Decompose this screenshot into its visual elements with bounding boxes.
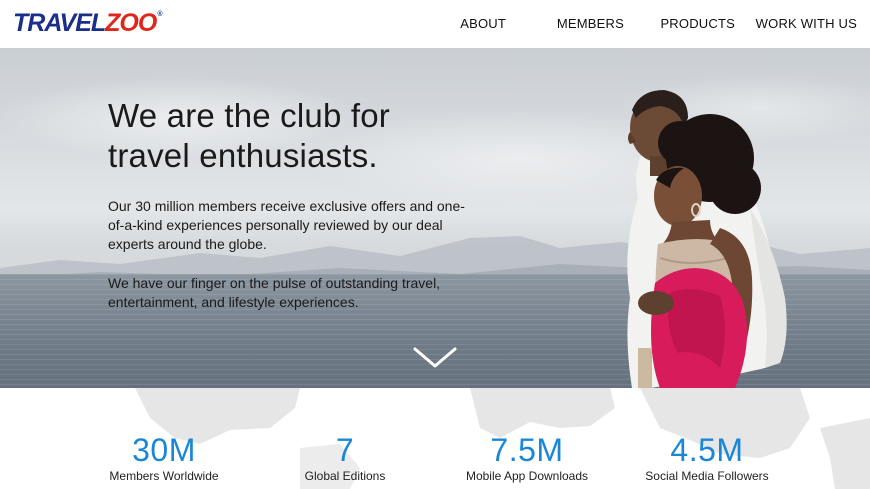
site-header: TRAVELZOO® ABOUT MEMBERS PRODUCTS WORK W…	[0, 0, 870, 48]
hero-paragraph-members: Our 30 million members receive exclusive…	[108, 198, 465, 252]
stats-section: 30M Members Worldwide 7 Global Editions …	[0, 388, 870, 489]
nav-work-with-us[interactable]: WORK WITH US	[756, 16, 857, 31]
stat-label: Members Worldwide	[109, 469, 219, 483]
nav-members[interactable]: MEMBERS	[557, 16, 624, 31]
chevron-down-icon[interactable]	[413, 346, 457, 370]
stat-social-followers: 4.5M Social Media Followers	[636, 432, 778, 484]
hero-title-line1: We are the club for	[108, 97, 390, 134]
hero-paragraph-experiences: We have our finger on the pulse of outst…	[108, 275, 441, 310]
stat-label: Global Editions	[304, 469, 386, 483]
hero-title-line2: travel enthusiasts.	[108, 137, 378, 174]
travelzoo-logo[interactable]: TRAVELZOO®	[13, 6, 163, 40]
hero-title: We are the club for travel enthusiasts.	[108, 96, 390, 176]
hero-couple-photo	[627, 90, 787, 388]
stat-label: Mobile App Downloads	[465, 469, 589, 483]
stat-label: Social Media Followers	[645, 469, 769, 483]
stat-editions: 7 Global Editions	[285, 432, 405, 484]
logo-text-accent: ZOO	[105, 8, 157, 37]
stat-members: 30M Members Worldwide	[96, 432, 232, 484]
nav-products[interactable]: PRODUCTS	[660, 16, 735, 31]
logo-registered-mark: ®	[157, 10, 162, 18]
stat-value: 7	[335, 432, 355, 468]
logo-wordmark: TRAVELZOO®	[13, 8, 163, 37]
hero-section: We are the club for travel enthusiasts. …	[0, 48, 870, 388]
logo-text-main: TRAVEL	[13, 8, 106, 37]
stat-value: 30M	[132, 432, 196, 468]
stat-value: 4.5M	[670, 432, 744, 468]
nav-about[interactable]: ABOUT	[460, 16, 506, 31]
stat-value: 7.5M	[490, 432, 564, 468]
stat-app-downloads: 7.5M Mobile App Downloads	[456, 432, 598, 484]
